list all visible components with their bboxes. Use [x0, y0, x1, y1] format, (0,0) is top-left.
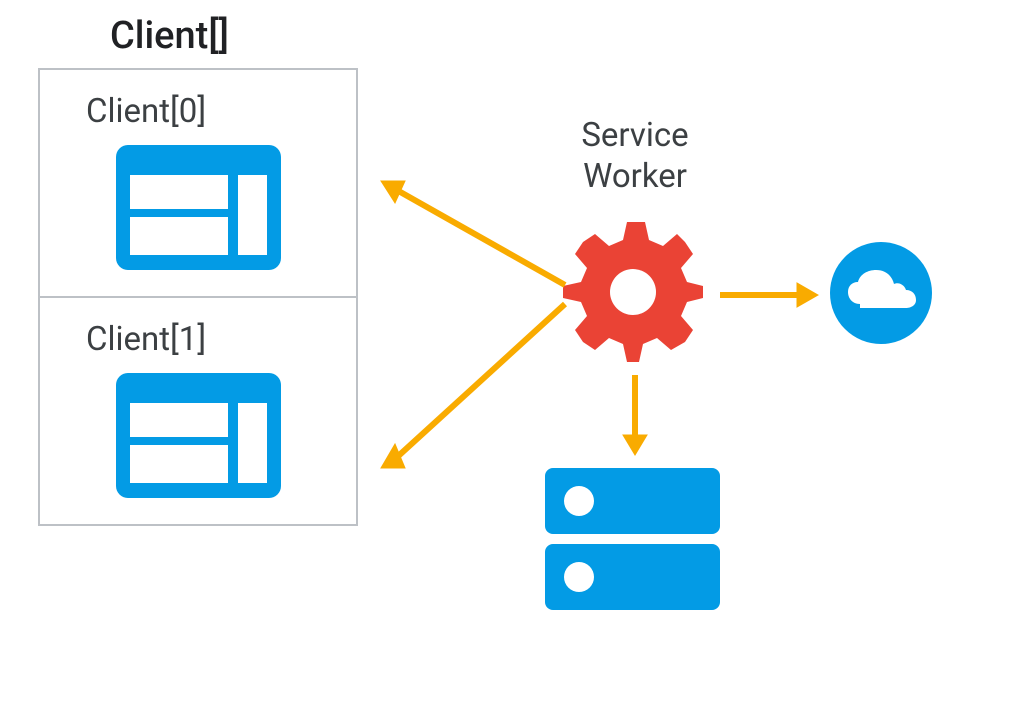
arrow-to-network [715, 275, 823, 315]
browser-window-icon [116, 373, 281, 498]
arrow-to-client1 [375, 294, 575, 474]
gear-icon [563, 222, 703, 362]
arrow-to-storage [615, 370, 655, 460]
browser-window-icon [116, 145, 281, 270]
client-1-label: Client[1] [86, 320, 206, 359]
server-icon [545, 468, 720, 613]
clients-container: Client[0] Client[1] [38, 68, 358, 526]
client-box-0: Client[0] [38, 68, 358, 298]
cloud-icon [830, 242, 932, 344]
client-0-label: Client[0] [86, 92, 206, 131]
arrow-to-client0 [375, 175, 575, 295]
clients-title: Client[] [110, 14, 229, 58]
client-box-1: Client[1] [38, 298, 358, 526]
